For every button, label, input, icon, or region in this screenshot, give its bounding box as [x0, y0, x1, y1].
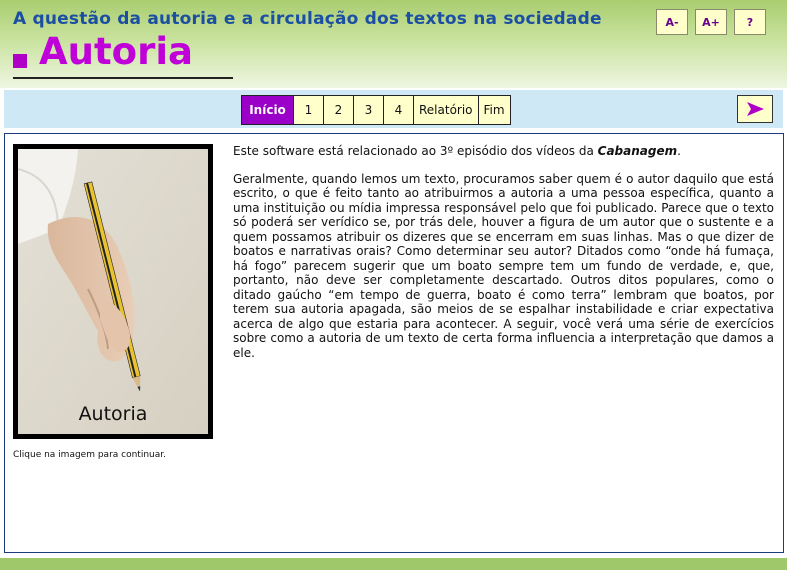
nav-item-3[interactable]: 3 [353, 96, 383, 124]
footer-bar [0, 558, 787, 570]
image-label: Autoria [78, 403, 148, 425]
font-decrease-button[interactable]: A- [656, 9, 688, 35]
intro-suffix: . [677, 144, 681, 158]
font-increase-button[interactable]: A+ [695, 9, 727, 35]
right-arrow-icon [747, 102, 764, 116]
hand-writing-illustration [18, 149, 208, 434]
page-navigation: Início 1 2 3 4 Relatório Fim [241, 95, 511, 125]
page-title: Autoria [39, 30, 193, 73]
autoria-image-art: Autoria [18, 149, 208, 434]
navigation-bar: Início 1 2 3 4 Relatório Fim [4, 90, 783, 128]
nav-item-inicio[interactable]: Início [242, 96, 293, 124]
nav-item-4[interactable]: 4 [383, 96, 413, 124]
intro-text: Este software está relacionado ao 3º epi… [233, 144, 774, 373]
nav-item-fim[interactable]: Fim [477, 96, 510, 124]
intro-prefix: Este software está relacionado ao 3º epi… [233, 144, 598, 158]
main-content: Autoria Clique na imagem para continuar.… [4, 133, 784, 553]
image-caption: Clique na imagem para continuar. [13, 450, 166, 460]
intro-line: Este software está relacionado ao 3º epi… [233, 144, 774, 159]
nav-item-1[interactable]: 1 [293, 96, 323, 124]
title-square-icon [13, 54, 27, 68]
intro-paragraph: Geralmente, quando lemos um texto, procu… [233, 171, 774, 360]
header: A questão da autoria e a circulação dos … [0, 0, 787, 88]
next-page-button[interactable] [737, 95, 773, 123]
title-block: Autoria [13, 30, 233, 79]
page-subtitle: A questão da autoria e a circulação dos … [13, 9, 602, 29]
autoria-image[interactable]: Autoria [13, 144, 213, 439]
nav-item-2[interactable]: 2 [323, 96, 353, 124]
help-button[interactable]: ? [734, 9, 766, 35]
cabanagem-emphasis: Cabanagem [597, 144, 678, 158]
nav-item-relatorio[interactable]: Relatório [413, 96, 478, 124]
